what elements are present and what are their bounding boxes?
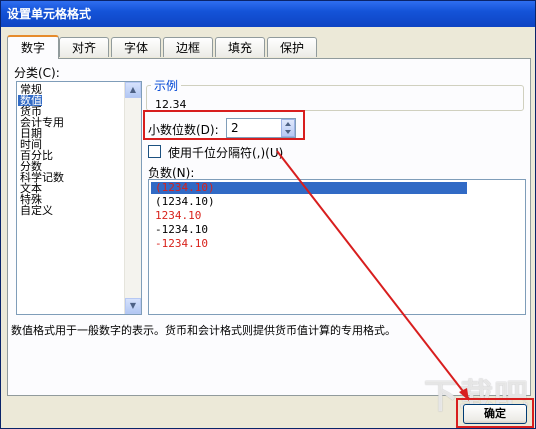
- annotation-arrow: [276, 150, 470, 401]
- format-cells-dialog: 设置单元格格式 数字 对齐 字体 边框 填充 保护 分类(C): 常规 数值 货…: [0, 0, 536, 429]
- tab-number[interactable]: 数字: [7, 35, 59, 59]
